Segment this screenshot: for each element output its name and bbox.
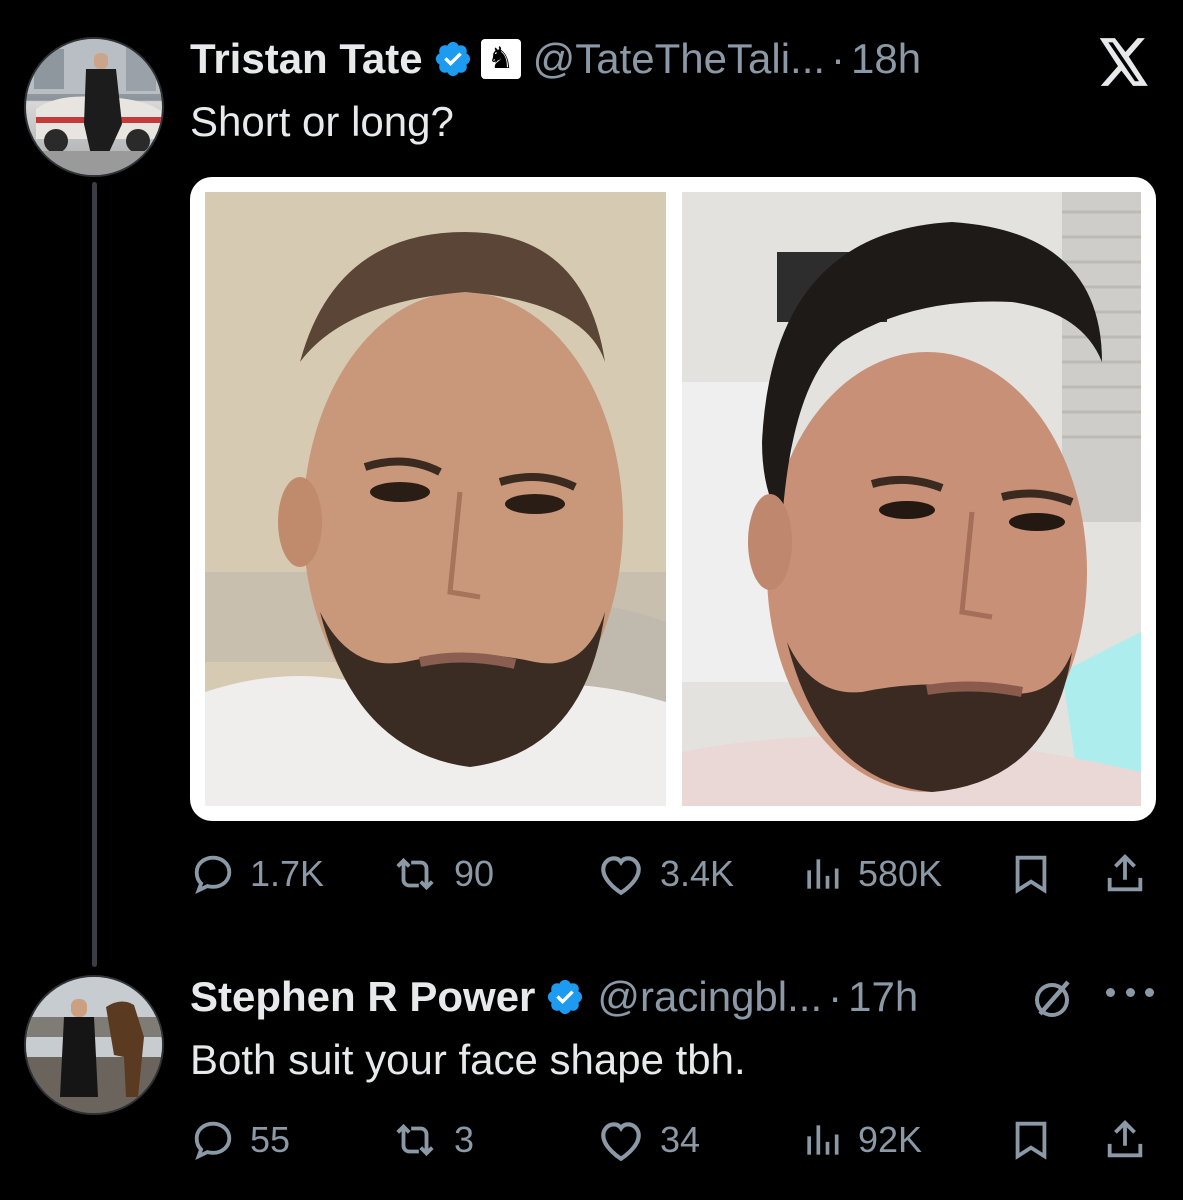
- avatar-photo: [26, 39, 162, 175]
- like-count: 34: [660, 1119, 701, 1160]
- repost-icon: [396, 1123, 434, 1157]
- chess-knight-icon[interactable]: ♞: [480, 39, 521, 79]
- reply-action-bar: 55 3 34 92K: [190, 1112, 1156, 1168]
- views-button[interactable]: 92K: [800, 1112, 922, 1168]
- author-display-name[interactable]: Tristan Tate: [190, 35, 423, 83]
- heart-icon: [601, 856, 641, 896]
- author-handle[interactable]: @TateTheTali...: [533, 35, 825, 83]
- reply-text: Both suit your face shape tbh.: [190, 1036, 746, 1083]
- verified-badge-icon[interactable]: [545, 977, 585, 1017]
- views-button[interactable]: 580K: [800, 846, 942, 902]
- x-logo-icon: [1099, 38, 1148, 86]
- photo-short-hair-illustration: [205, 192, 666, 806]
- reply-count: 1.7K: [250, 853, 325, 894]
- like-button[interactable]: 3.4K: [596, 846, 734, 902]
- reply-button[interactable]: 55: [190, 1112, 290, 1168]
- tweet-timestamp[interactable]: 18h: [851, 35, 921, 83]
- reply-author-display-name[interactable]: Stephen R Power: [190, 973, 535, 1021]
- views-count: 92K: [858, 1119, 923, 1160]
- heart-icon: [601, 1122, 641, 1162]
- repost-count: 90: [454, 853, 495, 894]
- grok-icon[interactable]: [1028, 974, 1076, 1022]
- repost-button[interactable]: 90: [390, 846, 494, 902]
- share-icon: [1107, 1120, 1143, 1158]
- analytics-icon: [807, 1125, 839, 1155]
- bookmark-button[interactable]: [1008, 1112, 1054, 1168]
- separator-dot: ·: [831, 35, 846, 82]
- share-button[interactable]: [1102, 846, 1148, 902]
- more-icon[interactable]: [1106, 988, 1154, 1004]
- media-photo-short-hair[interactable]: [205, 192, 666, 806]
- like-button[interactable]: 34: [596, 1112, 700, 1168]
- separator-dot: ·: [828, 973, 843, 1020]
- reply-author-avatar[interactable]: [24, 975, 164, 1115]
- thread-connector-line: [92, 182, 97, 967]
- bookmark-button[interactable]: [1008, 846, 1054, 902]
- reply-button[interactable]: 1.7K: [190, 846, 324, 902]
- media-photo-long-hair[interactable]: [682, 192, 1141, 806]
- verified-badge-icon[interactable]: [433, 39, 473, 79]
- photo-long-hair-illustration: [682, 192, 1141, 806]
- bookmark-icon: [1015, 855, 1047, 894]
- tweet-action-bar: 1.7K 90 3.4K 580K: [190, 846, 1156, 902]
- repost-button[interactable]: 3: [390, 1112, 474, 1168]
- avatar-photo: [26, 977, 162, 1113]
- media-grid[interactable]: [190, 177, 1156, 821]
- tweet-header: Tristan Tate ♞ @TateTheTali... · 18h: [190, 34, 921, 84]
- reply-timestamp[interactable]: 17h: [848, 973, 918, 1021]
- reply-count: 55: [250, 1119, 291, 1160]
- analytics-icon: [807, 859, 839, 889]
- reply-author-handle[interactable]: @racingbl...: [597, 973, 822, 1021]
- reply-header: Stephen R Power @racingbl... · 17h: [190, 972, 918, 1022]
- like-count: 3.4K: [660, 853, 735, 894]
- repost-icon: [396, 857, 434, 891]
- views-count: 580K: [858, 853, 943, 894]
- repost-count: 3: [454, 1119, 475, 1160]
- tweet-text: Short or long?: [190, 98, 454, 145]
- bookmark-icon: [1015, 1121, 1047, 1160]
- reply-icon: [194, 855, 232, 895]
- author-avatar[interactable]: [24, 37, 164, 177]
- reply-icon: [194, 1121, 232, 1161]
- share-icon: [1107, 854, 1143, 892]
- share-button[interactable]: [1102, 1112, 1148, 1168]
